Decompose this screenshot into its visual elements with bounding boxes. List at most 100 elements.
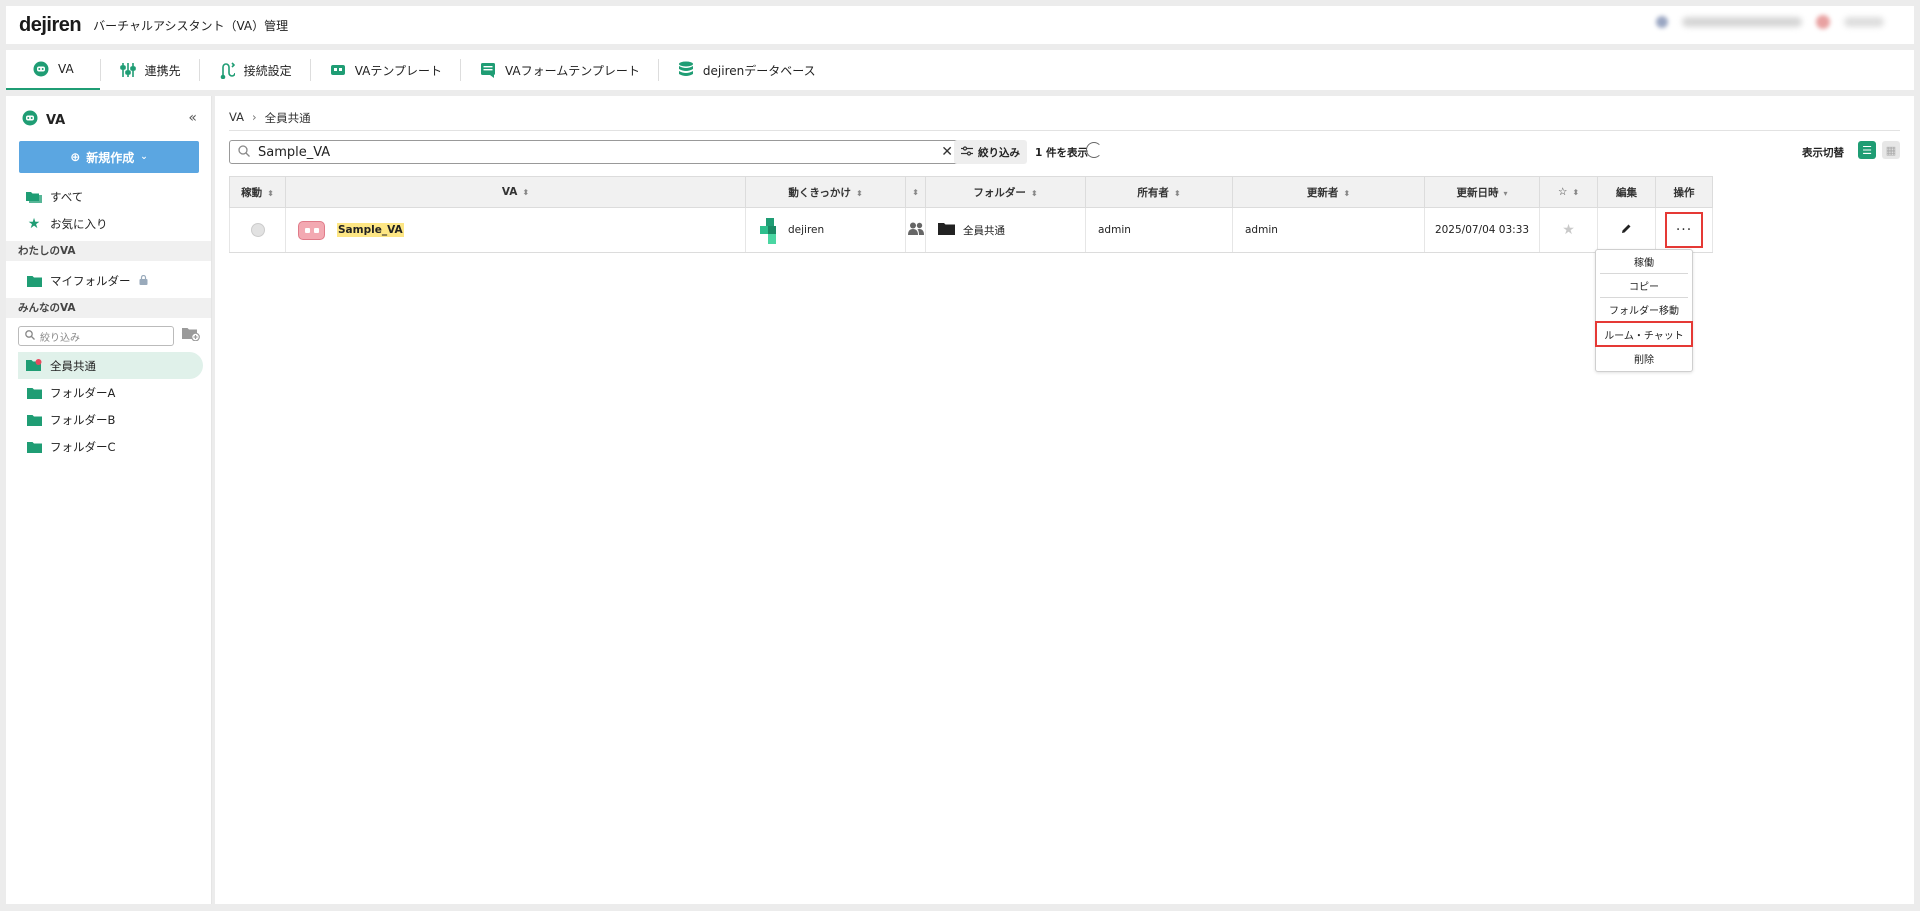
user-name-blurred — [1682, 17, 1802, 27]
sidebar-item-favorites[interactable]: ★ お気に入り — [6, 210, 211, 237]
folder-icon — [26, 441, 42, 453]
user-avatar-icon — [1656, 16, 1668, 28]
filter-button[interactable]: 絞り込み — [954, 140, 1027, 164]
tab-va-form-templates[interactable]: VAフォームテンプレート — [461, 50, 658, 90]
robot-template-icon — [329, 63, 347, 77]
folder-icon — [26, 275, 42, 287]
folder-filter-placeholder: 絞り込み — [40, 332, 80, 344]
user-menu[interactable] — [1656, 15, 1884, 29]
refresh-icon[interactable] — [1086, 142, 1102, 158]
main-tab-bar: VA 連携先 接続設定 VAテンプレート VAフォームテンプレート dejire… — [6, 50, 1914, 90]
clear-search-icon[interactable]: ✕ — [941, 144, 953, 160]
owner-cell: admin — [1085, 207, 1233, 253]
more-actions-button[interactable]: ··· — [1665, 212, 1703, 248]
new-create-button[interactable]: ⊕ 新規作成 ⌄ — [19, 141, 199, 173]
tab-dejiren-database[interactable]: dejirenデータベース — [659, 50, 834, 90]
connection-icon — [218, 61, 236, 79]
star-icon: ★ — [27, 215, 41, 232]
list-view-icon[interactable]: ☰ — [1858, 141, 1876, 159]
menu-item-activate[interactable]: 稼働 — [1596, 250, 1692, 273]
sidebar-item-my-folder[interactable]: マイフォルダー — [6, 267, 211, 294]
form-template-icon — [479, 62, 497, 78]
table-row[interactable]: Sample_VA dejiren 全員共通 admin admin 2025/… — [229, 207, 1713, 253]
folder-filter: 絞り込み — [18, 326, 201, 346]
page-title: バーチャルアシスタント（VA）管理 — [93, 18, 289, 33]
sidebar-item-all-shared[interactable]: 全員共通 — [18, 352, 203, 379]
tab-va[interactable]: VA — [6, 50, 100, 90]
status-toggle[interactable] — [250, 223, 265, 237]
column-header-actions: 操作 — [1655, 176, 1713, 208]
menu-item-delete[interactable]: 削除 — [1596, 347, 1692, 370]
sidebar-item-folder-b[interactable]: フォルダーB — [6, 406, 211, 433]
va-name-cell: Sample_VA — [285, 207, 746, 253]
app-header: dejiren バーチャルアシスタント（VA）管理 — [6, 6, 1914, 44]
column-header-status[interactable]: 稼動 ⬍ — [229, 176, 286, 208]
trigger-cell: dejiren — [745, 207, 906, 253]
tab-label: VAテンプレート — [354, 63, 442, 78]
table-header-row: 稼動 ⬍ VA ⬍ 動くきっかけ ⬍ ⬍ フォルダー ⬍ 所有者 ⬍ 更新者 ⬍ 更新日時 ▾… — [229, 176, 1713, 208]
sidebar-item-label: 全員共通 — [50, 358, 96, 373]
tab-va-templates[interactable]: VAテンプレート — [311, 50, 460, 90]
ellipsis-icon: ··· — [1675, 222, 1693, 238]
robot-face-icon — [22, 110, 38, 130]
va-name-link[interactable]: Sample_VA — [337, 223, 404, 237]
grid-view-icon[interactable]: ▦ — [1882, 141, 1900, 159]
view-toggle-label: 表示切替 — [1802, 147, 1844, 159]
search-value: Sample_VA — [258, 144, 331, 160]
robot-face-icon — [32, 61, 50, 77]
column-header-trigger[interactable]: 動くきっかけ ⬍ — [745, 176, 906, 208]
new-create-label: 新規作成 — [86, 150, 135, 165]
folder-name: 全員共通 — [963, 224, 1005, 237]
my-va-section: わたしのVA — [6, 241, 211, 261]
va-table: 稼動 ⬍ VA ⬍ 動くきっかけ ⬍ ⬍ フォルダー ⬍ 所有者 ⬍ 更新者 ⬍ 更新日時 ▾… — [229, 176, 1713, 253]
sidebar-item-all[interactable]: すべて — [6, 183, 211, 210]
dejiren-logo[interactable]: dejiren — [19, 14, 82, 37]
add-folder-icon[interactable] — [182, 327, 200, 345]
tab-connections[interactable]: 接続設定 — [200, 50, 310, 90]
sidebar-item-folder-c[interactable]: フォルダーC — [6, 433, 211, 460]
column-header-member[interactable]: ⬍ — [905, 176, 926, 208]
folder-icon — [26, 387, 42, 399]
notification-icon[interactable] — [1816, 15, 1830, 29]
result-count: 1 件を表示 — [1035, 147, 1088, 159]
sliders-icon — [119, 62, 137, 78]
menu-item-copy[interactable]: コピー — [1596, 274, 1692, 297]
sidebar-title: VA — [46, 112, 66, 128]
menu-item-room-chat[interactable]: ルーム・チャット — [1595, 321, 1693, 347]
actions-cell: ··· — [1655, 207, 1713, 253]
column-header-va[interactable]: VA ⬍ — [285, 176, 746, 208]
updated-cell: 2025/07/04 03:33 — [1424, 207, 1540, 253]
lock-icon — [139, 274, 148, 288]
column-header-folder[interactable]: フォルダー ⬍ — [925, 176, 1086, 208]
actions-dropdown-menu: 稼働 コピー フォルダー移動 ルーム・チャット 削除 — [1595, 249, 1693, 372]
search-icon — [238, 144, 250, 160]
collapse-sidebar-icon[interactable]: « — [188, 110, 197, 126]
tab-label: 連携先 — [144, 63, 181, 78]
folder-icon — [938, 222, 955, 238]
column-header-owner[interactable]: 所有者 ⬍ — [1085, 176, 1233, 208]
chevron-right-icon: › — [252, 110, 257, 124]
trigger-name: dejiren — [788, 224, 825, 236]
va-robot-icon — [298, 220, 325, 240]
search-input[interactable]: Sample_VA ✕ — [229, 140, 962, 164]
updater-cell: admin — [1232, 207, 1425, 253]
sidebar: VA « ⊕ 新規作成 ⌄ すべて ★ お気に入り わたしのVA マイフォルダー… — [6, 96, 212, 904]
folder-filter-input[interactable]: 絞り込み — [18, 326, 174, 346]
tab-integrations[interactable]: 連携先 — [101, 50, 199, 90]
menu-item-move-folder[interactable]: フォルダー移動 — [1596, 298, 1692, 321]
folder-icon — [26, 414, 42, 426]
column-header-updater[interactable]: 更新者 ⬍ — [1232, 176, 1425, 208]
breadcrumb-item[interactable]: VA — [229, 110, 244, 126]
chevron-down-icon: ⌄ — [140, 152, 148, 162]
filter-sliders-icon — [961, 145, 973, 159]
search-icon — [25, 329, 35, 343]
sidebar-item-folder-a[interactable]: フォルダーA — [6, 379, 211, 406]
sidebar-item-label: フォルダーA — [50, 385, 116, 400]
column-header-favorite[interactable]: ☆ ⬍ — [1539, 176, 1598, 208]
sidebar-header: VA — [6, 105, 211, 135]
tab-label: 接続設定 — [243, 63, 292, 78]
pencil-icon[interactable] — [1621, 224, 1632, 237]
favorite-star-icon[interactable]: ★ — [1562, 222, 1575, 238]
folder-cell: 全員共通 — [925, 207, 1086, 253]
column-header-updated[interactable]: 更新日時 ▾ — [1424, 176, 1540, 208]
